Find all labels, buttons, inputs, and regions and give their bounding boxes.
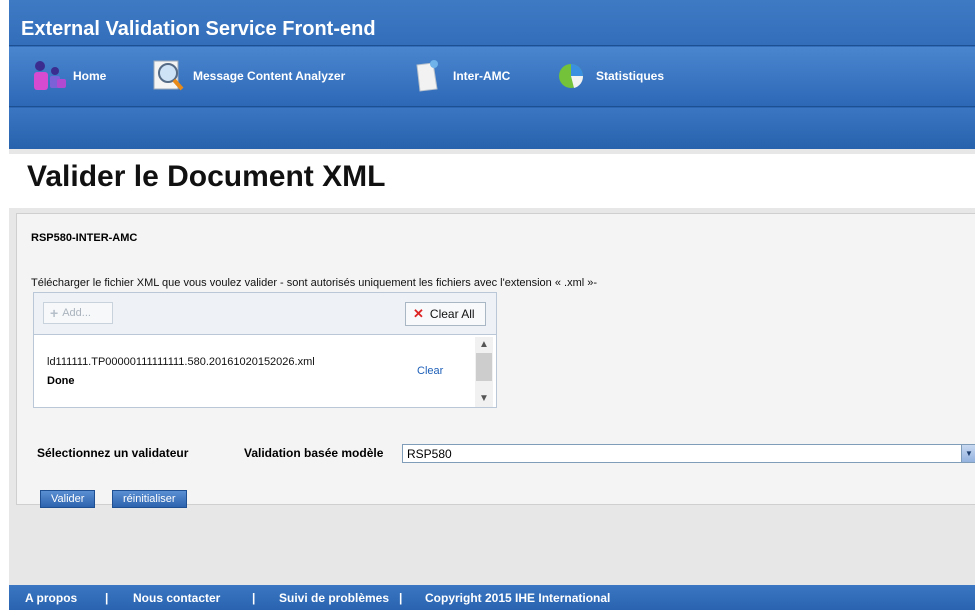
home-people-icon xyxy=(31,59,67,93)
title-area: Valider le Document XML xyxy=(9,154,975,208)
clear-all-button[interactable]: ✕ Clear All xyxy=(405,302,486,326)
footer-copyright: Copyright 2015 IHE International xyxy=(425,591,611,605)
section-title: RSP580-INTER-AMC xyxy=(31,232,138,244)
model-validator-select[interactable]: RSP580 ▼ xyxy=(402,444,975,463)
reset-button[interactable]: réinitialiser xyxy=(112,490,187,508)
validator-label: Sélectionnez un validateur xyxy=(37,446,189,460)
file-list-scrollbar[interactable]: ▲ ▼ xyxy=(475,337,493,407)
upload-status: Done xyxy=(47,375,75,387)
clear-file-link[interactable]: Clear xyxy=(417,365,443,377)
upload-instructions: Télécharger le fichier XML que vous voul… xyxy=(31,277,598,289)
pie-chart-icon xyxy=(554,59,590,93)
page: External Validation Service Front-end Ho… xyxy=(9,0,975,610)
nav-item-label: Home xyxy=(73,69,107,83)
nav-item-label: Message Content Analyzer xyxy=(193,69,346,83)
scroll-down-icon[interactable]: ▼ xyxy=(479,393,489,404)
header-bar: External Validation Service Front-end xyxy=(9,0,975,46)
model-validation-label: Validation basée modèle xyxy=(244,446,384,460)
nav-item-home[interactable]: Home xyxy=(31,59,106,93)
main-nav: Home Message Content Analyzer Inter-AMC … xyxy=(9,47,975,107)
upload-toolbar: + Add... ✕ Clear All xyxy=(34,293,496,335)
scroll-up-icon[interactable]: ▲ xyxy=(479,339,489,350)
clear-all-label: Clear All xyxy=(429,307,475,321)
footer-issues-link[interactable]: Suivi de problèmes xyxy=(279,591,389,605)
add-file-button[interactable]: + Add... xyxy=(43,302,113,324)
plus-icon: + xyxy=(50,305,59,321)
footer-separator: | xyxy=(252,591,256,605)
footer-separator: | xyxy=(399,591,403,605)
footer: A propos | Nous contacter | Suivi de pro… xyxy=(9,585,975,610)
nav-item-label: Inter-AMC xyxy=(453,69,511,83)
nav-item-label: Statistiques xyxy=(596,69,665,83)
chevron-down-icon[interactable]: ▼ xyxy=(961,445,975,462)
magnifier-document-icon xyxy=(151,59,187,93)
validation-panel: RSP580-INTER-AMC Télécharger le fichier … xyxy=(16,213,975,508)
model-validator-value: RSP580 xyxy=(407,447,452,461)
nav-item-message-content-analyzer[interactable]: Message Content Analyzer xyxy=(151,59,345,93)
footer-separator: | xyxy=(105,591,109,605)
uploaded-file-name: ld111111.TP00000111111111.580.2016102015… xyxy=(47,356,315,368)
close-icon: ✕ xyxy=(413,306,424,321)
add-file-label: Add... xyxy=(62,307,91,319)
document-icon xyxy=(411,59,447,93)
footer-contact-link[interactable]: Nous contacter xyxy=(133,591,220,605)
scroll-thumb[interactable] xyxy=(476,353,492,381)
page-title: Valider le Document XML xyxy=(27,160,386,193)
nav-item-inter-amc[interactable]: Inter-AMC xyxy=(411,59,510,93)
nav-band xyxy=(9,108,975,149)
footer-about-link[interactable]: A propos xyxy=(25,591,77,605)
validate-button[interactable]: Valider xyxy=(40,490,96,508)
left-margin xyxy=(0,0,9,610)
app-title: External Validation Service Front-end xyxy=(21,18,376,40)
file-upload: + Add... ✕ Clear All ld111111.TP00000111… xyxy=(33,292,497,408)
header: External Validation Service Front-end Ho… xyxy=(9,0,975,149)
nav-item-statistiques[interactable]: Statistiques xyxy=(554,59,664,93)
